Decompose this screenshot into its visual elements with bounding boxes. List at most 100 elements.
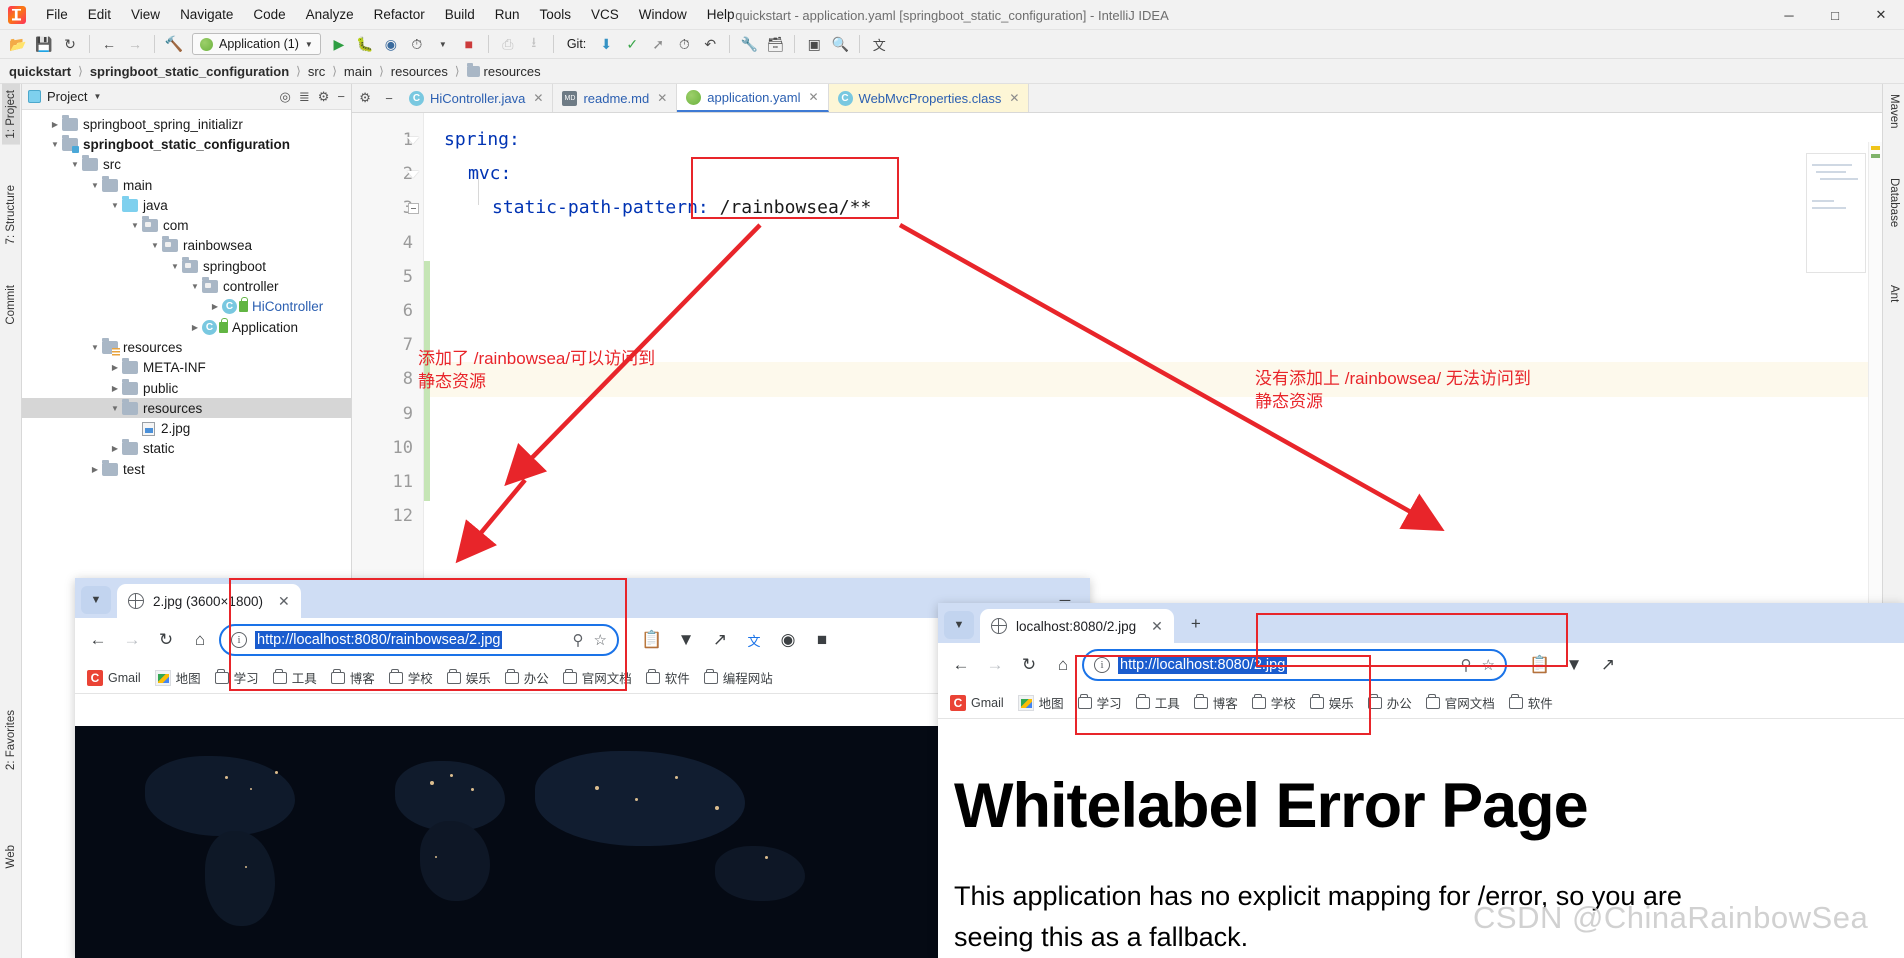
warning-marker[interactable]: [1871, 146, 1880, 150]
menu-navigate[interactable]: Navigate: [170, 4, 243, 25]
tree-node-controller[interactable]: ▼ controller: [22, 276, 351, 296]
new-tab-button[interactable]: +: [1182, 610, 1210, 638]
menu-vcs[interactable]: VCS: [581, 4, 629, 25]
menu-file[interactable]: File: [36, 4, 78, 25]
stop-icon[interactable]: ■: [457, 32, 481, 56]
tree-node-com[interactable]: ▼ com: [22, 215, 351, 235]
chevron-down-icon[interactable]: ▼: [148, 241, 162, 250]
sidebar-item-structure[interactable]: 7: Structure: [2, 179, 20, 250]
chevron-down-icon[interactable]: ▼: [48, 140, 62, 149]
chevron-right-icon[interactable]: ▶: [208, 302, 222, 311]
tab-readme-md[interactable]: MD readme.md ✕: [553, 84, 677, 112]
tree-node-resources[interactable]: ▼ resources: [22, 337, 351, 357]
tree-node-resources-selected[interactable]: ▼ resources: [22, 398, 351, 418]
bookmark-software[interactable]: 软件: [646, 668, 690, 687]
hide-panel-icon[interactable]: −: [337, 89, 345, 104]
close-icon[interactable]: ✕: [1009, 91, 1019, 105]
sidebar-item-ant[interactable]: Ant: [1885, 279, 1903, 308]
tree-node-rainbowsea[interactable]: ▼ rainbowsea: [22, 236, 351, 256]
translate-icon[interactable]: 文: [867, 32, 891, 56]
gear-icon[interactable]: ⚙: [359, 90, 371, 106]
search-everywhere-icon[interactable]: 🔍: [828, 32, 852, 56]
run-configuration-selector[interactable]: Application (1) ▼: [192, 33, 321, 55]
build-hammer-icon[interactable]: 🔨: [162, 32, 186, 56]
run-icon[interactable]: ▶: [327, 32, 351, 56]
tree-node-meta-inf[interactable]: ▶ META-INF: [22, 358, 351, 378]
tree-node-public[interactable]: ▶ public: [22, 378, 351, 398]
chevron-down-icon[interactable]: ▼: [168, 262, 182, 271]
profile-icon[interactable]: ⏱: [405, 32, 429, 56]
sync-icon[interactable]: ↻: [58, 32, 82, 56]
bookmark-software[interactable]: 软件: [1509, 693, 1553, 712]
chevron-right-icon[interactable]: ▶: [88, 465, 102, 474]
bookmark-maps[interactable]: 地图: [155, 668, 201, 687]
profile-icon[interactable]: ◉: [773, 625, 803, 655]
reload-button[interactable]: ↻: [151, 625, 181, 655]
chevron-down-icon[interactable]: ▼: [68, 160, 82, 169]
tab-search-chevron-icon[interactable]: ▼: [944, 611, 974, 639]
menu-help[interactable]: Help: [697, 4, 745, 25]
menu-edit[interactable]: Edit: [78, 4, 121, 25]
close-icon[interactable]: ✕: [1151, 618, 1163, 635]
close-icon[interactable]: ✕: [657, 91, 667, 105]
tree-node-application[interactable]: ▶ C Application: [22, 317, 351, 337]
run-coverage-icon[interactable]: ◉: [379, 32, 403, 56]
menu-window[interactable]: Window: [629, 4, 697, 25]
share-icon[interactable]: ↗: [1593, 650, 1623, 680]
reload-button[interactable]: ↻: [1014, 650, 1044, 680]
menu-analyze[interactable]: Analyze: [296, 4, 364, 25]
sidebar-item-favorites[interactable]: 2: Favorites: [2, 704, 20, 776]
sidebar-item-maven[interactable]: Maven: [1885, 88, 1903, 135]
tree-node-test[interactable]: ▶ test: [22, 459, 351, 479]
maximize-button[interactable]: □: [1812, 0, 1858, 30]
forward-button[interactable]: →: [117, 625, 147, 655]
bookmark-official-docs[interactable]: 官网文档: [1426, 693, 1495, 712]
extensions-icon[interactable]: ■: [807, 625, 837, 655]
bookmark-maps[interactable]: 地图: [1018, 693, 1064, 712]
translate-icon[interactable]: 文: [739, 625, 769, 655]
bookmark-gmail[interactable]: CGmail: [87, 670, 141, 686]
fold-marker[interactable]: [403, 191, 423, 225]
hide-editor-icon[interactable]: −: [385, 91, 393, 106]
back-button[interactable]: ←: [83, 625, 113, 655]
close-icon[interactable]: ✕: [808, 90, 818, 104]
save-all-icon[interactable]: 💾: [32, 32, 56, 56]
chevron-down-icon[interactable]: ▼: [88, 343, 102, 352]
tree-node-java[interactable]: ▼ java: [22, 195, 351, 215]
tree-node-springboot[interactable]: ▼ springboot: [22, 256, 351, 276]
chevron-right-icon[interactable]: ▶: [188, 323, 202, 332]
tab-webmvcproperties-class[interactable]: C WebMvcProperties.class ✕: [829, 84, 1030, 112]
tree-node-springboot-spring-initializr[interactable]: ▶ springboot_spring_initializr: [22, 114, 351, 134]
chevron-right-icon[interactable]: ▶: [48, 120, 62, 129]
vcs-marker[interactable]: [1871, 154, 1880, 158]
bookmark-gmail[interactable]: CGmail: [950, 695, 1004, 711]
menu-tools[interactable]: Tools: [530, 4, 582, 25]
rollback-icon[interactable]: ↶: [698, 32, 722, 56]
breadcrumb-item-resources[interactable]: resources: [387, 64, 452, 79]
minimize-button[interactable]: ─: [1766, 0, 1812, 30]
breadcrumb-item-module[interactable]: springboot_static_configuration: [86, 64, 293, 79]
chevron-down-icon[interactable]: ▼: [108, 201, 122, 210]
fold-marker[interactable]: [403, 123, 423, 157]
chevron-down-icon[interactable]: ▼: [431, 32, 455, 56]
sidebar-item-web[interactable]: Web: [2, 839, 20, 874]
bookmark-office[interactable]: 办公: [1368, 693, 1412, 712]
menu-code[interactable]: Code: [243, 4, 295, 25]
tree-node-src[interactable]: ▼ src: [22, 155, 351, 175]
gear-icon[interactable]: ⚙: [318, 89, 330, 105]
chevron-down-icon[interactable]: ▼: [108, 404, 122, 413]
chevron-right-icon[interactable]: ▶: [108, 444, 122, 453]
chevron-down-icon[interactable]: ▼: [88, 181, 102, 190]
chevron-down-icon[interactable]: ▼: [93, 92, 101, 101]
history-icon[interactable]: ⏱: [672, 32, 696, 56]
share-icon[interactable]: ↗: [705, 625, 735, 655]
tab-application-yaml[interactable]: application.yaml ✕: [677, 84, 828, 112]
sidebar-item-database[interactable]: Database: [1885, 172, 1903, 233]
open-folder-icon[interactable]: 📂: [6, 32, 30, 56]
sidebar-item-project[interactable]: 1: Project: [2, 84, 20, 145]
project-structure-icon[interactable]: 🗃: [763, 32, 787, 56]
bookmark-programming-sites[interactable]: 编程网站: [704, 668, 773, 687]
forward-button[interactable]: →: [980, 650, 1010, 680]
chevron-down-icon[interactable]: ▼: [128, 221, 142, 230]
chevron-down-icon[interactable]: ▼: [188, 282, 202, 291]
